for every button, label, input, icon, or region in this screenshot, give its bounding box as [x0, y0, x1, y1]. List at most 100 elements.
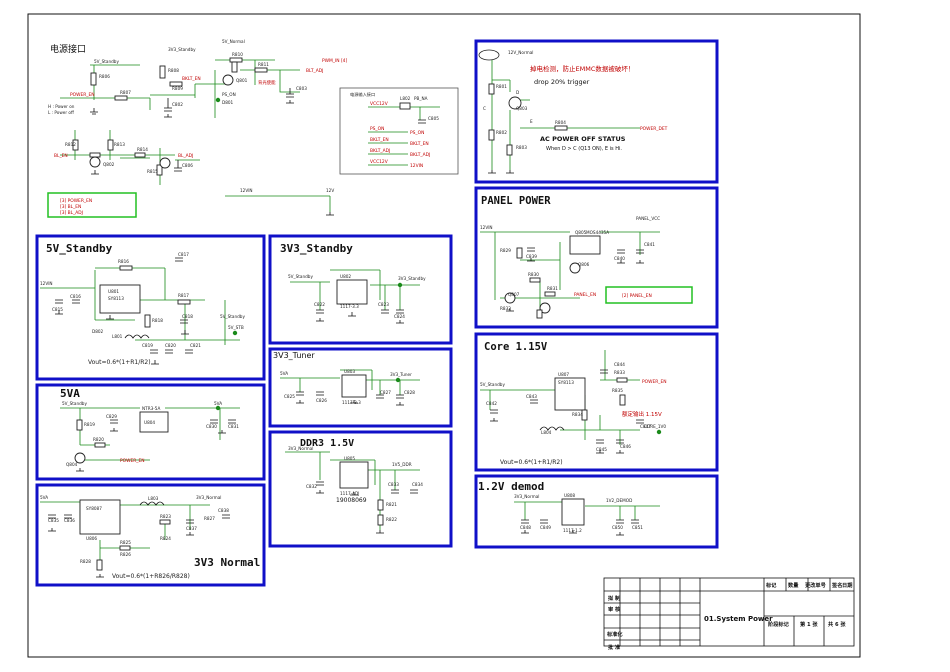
core-r833: R833: [614, 370, 625, 375]
panel-power-r830: R830: [528, 272, 539, 277]
core-l804: L804: [541, 430, 552, 435]
standby-3v3-net-out: 3V3_Standby: [398, 276, 426, 281]
tuner-3v3-c825: C825: [284, 394, 295, 399]
panel-power-r832: R832: [500, 306, 511, 311]
standby-3v3-c822: C822: [314, 302, 325, 307]
power-input-box: 电源输入接口 VCC12V PS_ON BKLT_EN BKLT_ADJ VCC…: [339, 87, 459, 175]
power-down-detect-block: 12V_Normal 掉电检测，防止EMMC数据被破坏！ drop 20% tr…: [474, 39, 719, 184]
panel-power-ic: MOS4435A: [586, 230, 609, 235]
tb-row-approve: 批 准: [608, 643, 621, 651]
part-r815: R815: [147, 169, 158, 174]
core-formula: Vout=0.6*(1+R1/R2): [500, 459, 563, 466]
legend-power-on: H : Power on: [48, 104, 75, 109]
pd-condition: When D > C (Q13 ON), E is Hi.: [546, 146, 622, 152]
input-net-out-2: BKLT_EN: [410, 141, 429, 147]
va5-net-in: 5V_Standby: [62, 401, 87, 406]
ddr3-c832: C832: [306, 484, 317, 489]
tb-sheet: 第 1 张: [800, 620, 818, 628]
lamp-text: 背光使能: [258, 79, 276, 86]
core-block: Core 1.15V SY8113 U807 L804 R833 R834 R8…: [474, 332, 719, 472]
input-net-out-1: PS_ON: [410, 130, 424, 136]
standby-5v-r817: R817: [178, 293, 189, 298]
core-net-in: 5V_Standby: [480, 382, 505, 387]
net-pwm-in: PWM_IN [4]: [322, 58, 347, 64]
ddr3-r822: R822: [386, 517, 397, 522]
standby-3v3-block: 3V3_Standby 1117-3.3 U802 C822 C823 C824…: [268, 234, 453, 345]
standby-3v3-ic-ref: U802: [340, 274, 351, 279]
ddr3-r821: R821: [386, 502, 397, 507]
pd-pin-c: C: [483, 106, 486, 111]
normal-3v3-r824: R824: [160, 536, 171, 541]
core-c843: C843: [526, 394, 537, 399]
standby-5v-c816: C816: [70, 294, 81, 299]
tb-header-mark: 标记: [765, 581, 777, 589]
core-c845: C845: [596, 447, 607, 452]
demod-ic-ref: U808: [564, 493, 575, 498]
schematic-sheet: 电源接口 5V_Standby 3V3_Standby 5V_Normal PW…: [27, 13, 861, 658]
pd-drop: drop 20% trigger: [534, 78, 590, 86]
standby-3v3-c824: C824: [394, 314, 405, 319]
net-3v3-standby-top: 3V3_Standby: [168, 47, 196, 52]
va5-q804: Q804: [66, 462, 78, 467]
net-5v-normal-top: 5V_Normal: [222, 39, 245, 44]
part-r807: R807: [120, 90, 131, 95]
part-r811: R811: [258, 62, 269, 67]
tb-total: 共 6 张: [828, 620, 846, 628]
normal-3v3-ic-ref: U806: [86, 536, 97, 541]
pd-part-q803: Q803: [516, 106, 528, 111]
pd-net-in: 12V_Normal: [508, 50, 533, 55]
ddr3-code: 19008069: [336, 497, 367, 504]
ddr3-block: DDR3 1.5V 1117-ADJ U805 C832 C833 C834 R…: [268, 430, 453, 548]
part-c806: C806: [182, 163, 193, 168]
panel-power-c841: C841: [644, 242, 655, 247]
va5-block: 5VA NTR3-5A U804 Q804 R819 R820 C829 C83…: [35, 383, 266, 481]
standby-5v-c819: C819: [142, 343, 153, 348]
part-c803: C803: [296, 86, 307, 91]
normal-3v3-formula: Vout=0.6*(1+R826/R828): [112, 573, 190, 580]
pd-status: AC POWER OFF STATUS: [540, 135, 626, 143]
tb-header-qty: 数量: [788, 581, 799, 589]
core-ic-ref: U807: [558, 372, 569, 377]
part-r812: R812: [65, 142, 76, 147]
normal-3v3-net-in: 5VA: [40, 495, 48, 500]
tuner-3v3-c828: C828: [404, 390, 415, 395]
net-bklt-en: BKLT_EN: [182, 76, 201, 82]
input-net-vcc12v-b: VCC12V: [370, 159, 388, 165]
va5-c830: C830: [206, 424, 217, 429]
note-line-1: [3] POWER_EN: [60, 198, 92, 204]
pd-part-r801: R801: [496, 84, 507, 89]
part-r809: R809: [172, 86, 183, 91]
normal-3v3-net-out: 3V3_Normal: [196, 495, 221, 500]
panel-power-c840: C840: [614, 256, 625, 261]
net-12v-bottom: 12V: [326, 188, 334, 193]
standby-5v-ic-ref: U801: [108, 289, 119, 294]
normal-3v3-r826: R826: [120, 552, 131, 557]
net-ps-on: PS_ON: [222, 92, 236, 97]
legend-power-off: L : Power off: [48, 110, 74, 115]
standby-5v-formula: Vout=0.6*(1+R1/R2): [88, 359, 151, 366]
va5-c831: C831: [228, 424, 239, 429]
demod-c851: C851: [632, 525, 643, 530]
normal-3v3-title: 3V3 Normal: [194, 556, 260, 569]
tb-row-draft: 拟 制: [608, 594, 620, 602]
panel-power-net-vcc: PANEL_VCC: [636, 216, 660, 221]
core-net-out: CORE_1V0: [644, 424, 666, 429]
net-12vin-bottom: 12VIN: [240, 188, 253, 193]
standby-5v-net-in: 12VIN: [40, 281, 53, 286]
normal-3v3-r828: R828: [80, 559, 91, 564]
tuner-3v3-ic-ref: U803: [344, 369, 355, 374]
part-r808: R808: [168, 68, 179, 73]
normal-3v3-r827: R827: [204, 516, 215, 521]
power-connector-title: 电源接口: [50, 43, 86, 55]
core-title: Core 1.15V: [484, 341, 548, 353]
ddr3-net-in: 3V3_Normal: [288, 446, 313, 451]
tb-header-date: 日期: [842, 581, 852, 589]
core-c844: C844: [614, 362, 625, 367]
standby-3v3-c823: C823: [378, 302, 389, 307]
standby-5v-title: 5V_Standby: [46, 242, 113, 255]
panel-power-net-in: 12VIN: [480, 225, 493, 230]
demod-title: 1.2V demod: [478, 480, 544, 493]
tb-doc-title: 01.System Power: [704, 615, 773, 623]
tb-stage: 阶段标记: [768, 620, 790, 628]
pd-part-r803: R803: [516, 145, 527, 150]
